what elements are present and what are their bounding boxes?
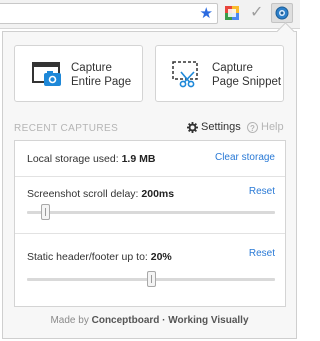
static-header-label-text: Static header/footer up to: 20% <box>27 251 172 263</box>
settings-label: Settings <box>201 121 241 133</box>
browser-toolbar: ★ ✓ <box>0 0 300 29</box>
help-link[interactable]: ? Help <box>247 121 284 133</box>
help-label: Help <box>261 121 284 133</box>
snippet-icon <box>172 61 198 88</box>
storage-label: Local storage used: <box>27 153 119 165</box>
settings-link[interactable]: Settings <box>187 121 241 133</box>
scroll-delay-reset-link[interactable]: Reset <box>249 186 275 197</box>
static-header-slider-thumb[interactable] <box>146 271 156 287</box>
gear-icon <box>187 121 198 133</box>
scroll-delay-slider-thumb[interactable] <box>41 204 51 220</box>
static-header-label: Static header/footer up to: <box>27 251 148 263</box>
storage-row: Local storage used: 1.9 MB Clear storage <box>15 141 285 177</box>
settings-panel: Local storage used: 1.9 MB Clear storage… <box>14 140 286 307</box>
capture-entire-page-button[interactable]: Capture Entire Page <box>14 45 143 102</box>
help-icon: ? <box>247 121 258 133</box>
static-header-reset-link[interactable]: Reset <box>249 248 275 259</box>
static-header-row: Static header/footer up to: 20% Reset <box>15 234 285 308</box>
capture-snippet-line1: Capture <box>212 62 253 74</box>
scroll-delay-label: Screenshot scroll delay: <box>27 188 139 200</box>
address-bar[interactable]: ★ <box>0 3 218 24</box>
scroll-delay-slider-track[interactable] <box>27 211 275 214</box>
scroll-delay-row: Screenshot scroll delay: 200ms Reset <box>15 177 285 234</box>
camera-lens-icon <box>275 6 289 20</box>
check-icon[interactable]: ✓ <box>250 3 263 23</box>
star-icon[interactable]: ★ <box>200 5 213 23</box>
capture-snippet-line2: Page Snippet <box>212 76 282 88</box>
extension-popup: Capture Entire Page Capture Page Snippet… <box>2 22 297 339</box>
footer-tagline: Working Visually <box>168 315 249 326</box>
entire-page-icon <box>32 62 61 86</box>
footer: Made by Conceptboard · Working Visually <box>3 315 296 326</box>
capture-page-snippet-button[interactable]: Capture Page Snippet <box>155 45 284 102</box>
screenshot-extension-button[interactable] <box>271 3 293 23</box>
capture-entire-line2: Entire Page <box>71 76 132 88</box>
scroll-delay-label-text: Screenshot scroll delay: 200ms <box>27 188 174 200</box>
recent-captures-heading: RECENT CAPTURES <box>14 123 119 134</box>
footer-separator: · <box>162 315 166 326</box>
clear-storage-link[interactable]: Clear storage <box>215 152 275 163</box>
scroll-delay-value: 200ms <box>141 188 175 200</box>
storage-label-text: Local storage used: 1.9 MB <box>27 153 155 165</box>
footer-prefix: Made by <box>50 315 89 326</box>
static-header-value: 20% <box>150 251 172 263</box>
storage-value: 1.9 MB <box>121 153 156 165</box>
footer-brand[interactable]: Conceptboard <box>92 315 160 326</box>
capture-entire-line1: Capture <box>71 62 112 74</box>
extension-icon[interactable] <box>225 6 239 20</box>
